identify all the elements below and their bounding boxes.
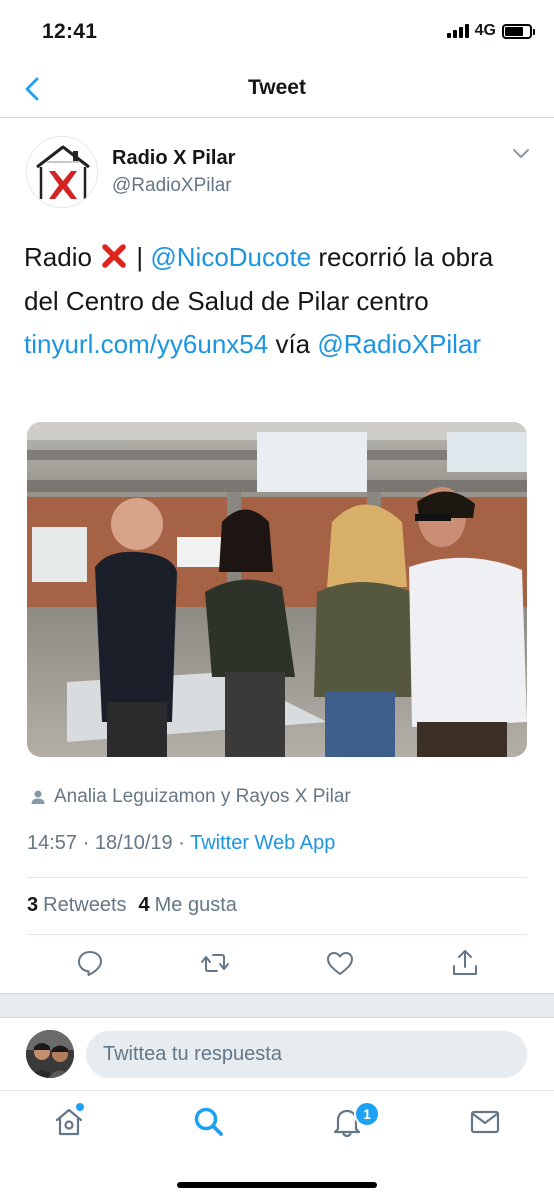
tagged-users[interactable]: Analia Leguizamon y Rayos X Pilar	[30, 786, 351, 808]
author-avatar[interactable]	[26, 136, 98, 208]
signal-icon	[446, 24, 469, 38]
construction-site-photo	[27, 422, 527, 757]
user-avatar[interactable]	[26, 1030, 74, 1078]
tweet-timestamp: 14:57 · 18/10/19 ·	[27, 832, 191, 854]
radio-x-logo-icon	[27, 137, 97, 207]
chevron-down-icon[interactable]	[512, 148, 530, 160]
author-display-name[interactable]: Radio X Pilar	[112, 147, 235, 170]
status-time: 12:41	[42, 20, 98, 43]
tweet-text: Radio | @NicoDucote recorrió la obra del…	[24, 236, 530, 367]
tweet-text-part: vía	[268, 329, 318, 359]
mention-link[interactable]: @RadioXPilar	[317, 329, 481, 359]
author-handle[interactable]: @RadioXPilar	[112, 175, 232, 197]
mention-link[interactable]: @NicoDucote	[150, 242, 311, 272]
share-icon[interactable]	[450, 948, 480, 978]
tweet-text-part: Radio	[24, 242, 92, 272]
likes-label: Me gusta	[154, 894, 237, 916]
url-link[interactable]: tinyurl.com/yy6unx54	[24, 329, 268, 359]
retweets-count: 3	[27, 894, 39, 916]
divider	[27, 934, 527, 935]
retweets-stat[interactable]: 3 Retweets	[27, 894, 127, 917]
cross-mark-icon	[102, 244, 126, 268]
reply-icon[interactable]	[75, 948, 105, 978]
divider	[27, 877, 527, 878]
likes-count: 4	[138, 894, 150, 916]
page-title: Tweet	[248, 76, 306, 99]
tweet-source-link[interactable]: Twitter Web App	[190, 832, 335, 854]
avatar-photo	[26, 1030, 74, 1078]
like-icon[interactable]	[325, 948, 355, 978]
home-indicator	[177, 1182, 377, 1188]
retweet-icon[interactable]	[200, 948, 230, 978]
tagged-users-label: Analia Leguizamon y Rayos X Pilar	[54, 786, 351, 807]
tweet-actions	[27, 948, 527, 984]
retweets-label: Retweets	[43, 894, 127, 916]
messages-envelope-icon[interactable]	[468, 1105, 502, 1139]
status-indicators: 4G	[446, 22, 535, 40]
reply-input[interactable]	[86, 1031, 527, 1078]
network-type: 4G	[474, 22, 496, 39]
search-icon[interactable]	[192, 1105, 226, 1139]
person-icon	[31, 790, 45, 804]
likes-stat[interactable]: 4 Me gusta	[139, 894, 237, 917]
tweet-text-part: |	[129, 242, 151, 272]
nav-bar: Tweet	[0, 60, 554, 118]
status-bar: 12:41 4G	[0, 0, 554, 60]
home-new-dot	[76, 1103, 84, 1111]
tweet-header: Radio X Pilar @RadioXPilar	[24, 134, 530, 208]
section-separator	[0, 993, 554, 1018]
tweet-stats: 3 Retweets 4 Me gusta	[27, 894, 237, 917]
battery-fill	[505, 26, 523, 36]
tweet-meta: 14:57 · 18/10/19 · Twitter Web App	[27, 832, 335, 855]
notifications-badge: 1	[354, 1101, 380, 1127]
tweet-photo[interactable]	[27, 422, 527, 757]
battery-icon	[502, 23, 535, 39]
